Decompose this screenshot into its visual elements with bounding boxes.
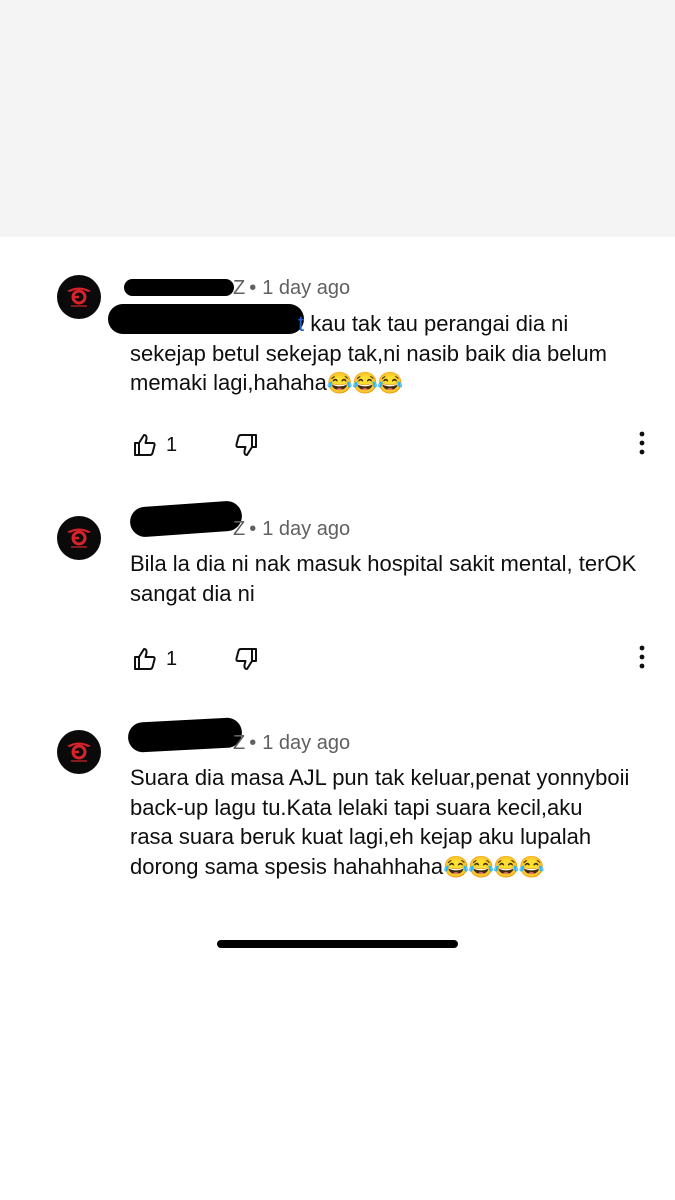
username-tail[interactable]: Z	[233, 277, 245, 299]
more-vertical-icon[interactable]	[630, 642, 654, 672]
comment-actions: 1	[0, 645, 675, 675]
separator-dot: •	[249, 518, 257, 540]
thumbs-down-icon[interactable]	[232, 645, 260, 673]
timestamp: 1 day ago	[262, 732, 351, 754]
more-vertical-icon[interactable]	[630, 428, 654, 458]
separator-dot: •	[249, 277, 257, 299]
comment-text: Suara dia masa AJL pun tak keluar,penat …	[130, 763, 630, 882]
avatar[interactable]	[57, 275, 101, 319]
avatar[interactable]	[57, 516, 101, 560]
thumbs-up-icon[interactable]	[131, 431, 159, 459]
username-tail[interactable]: Z	[233, 518, 245, 540]
thumbs-up-icon[interactable]	[131, 645, 159, 673]
comment-meta: Z • 1 day ago	[233, 516, 350, 542]
thumbs-down-icon[interactable]	[232, 431, 260, 459]
comment-body: Suara dia masa AJL pun tak keluar,penat …	[130, 765, 636, 879]
avatar[interactable]	[57, 730, 101, 774]
redacted-username	[124, 279, 234, 296]
timestamp: 1 day ago	[262, 518, 351, 540]
comment-meta: Z • 1 day ago	[233, 275, 350, 301]
separator-dot: •	[249, 732, 257, 754]
garena-logo-icon	[67, 742, 91, 762]
emoji-group: 😂😂😂😂	[443, 855, 545, 879]
redacted-username	[127, 717, 243, 753]
comment-actions: 1	[0, 431, 675, 461]
home-indicator[interactable]	[217, 940, 458, 948]
username-tail[interactable]: Z	[233, 732, 245, 754]
timestamp: 1 day ago	[262, 277, 351, 299]
blank-top-area	[0, 0, 675, 237]
garena-logo-icon	[67, 528, 91, 548]
comment-text: t kau tak tau perangai dia ni sekejap be…	[130, 309, 650, 399]
emoji-group: 😂😂😂	[326, 372, 403, 395]
comment-meta: Z • 1 day ago	[233, 730, 350, 756]
comment-text: Bila la dia ni nak masuk hospital sakit …	[130, 549, 655, 608]
garena-logo-icon	[67, 287, 91, 307]
like-count: 1	[166, 648, 178, 670]
like-count: 1	[166, 434, 178, 456]
comment-body: Bila la dia ni nak masuk hospital sakit …	[130, 551, 643, 606]
